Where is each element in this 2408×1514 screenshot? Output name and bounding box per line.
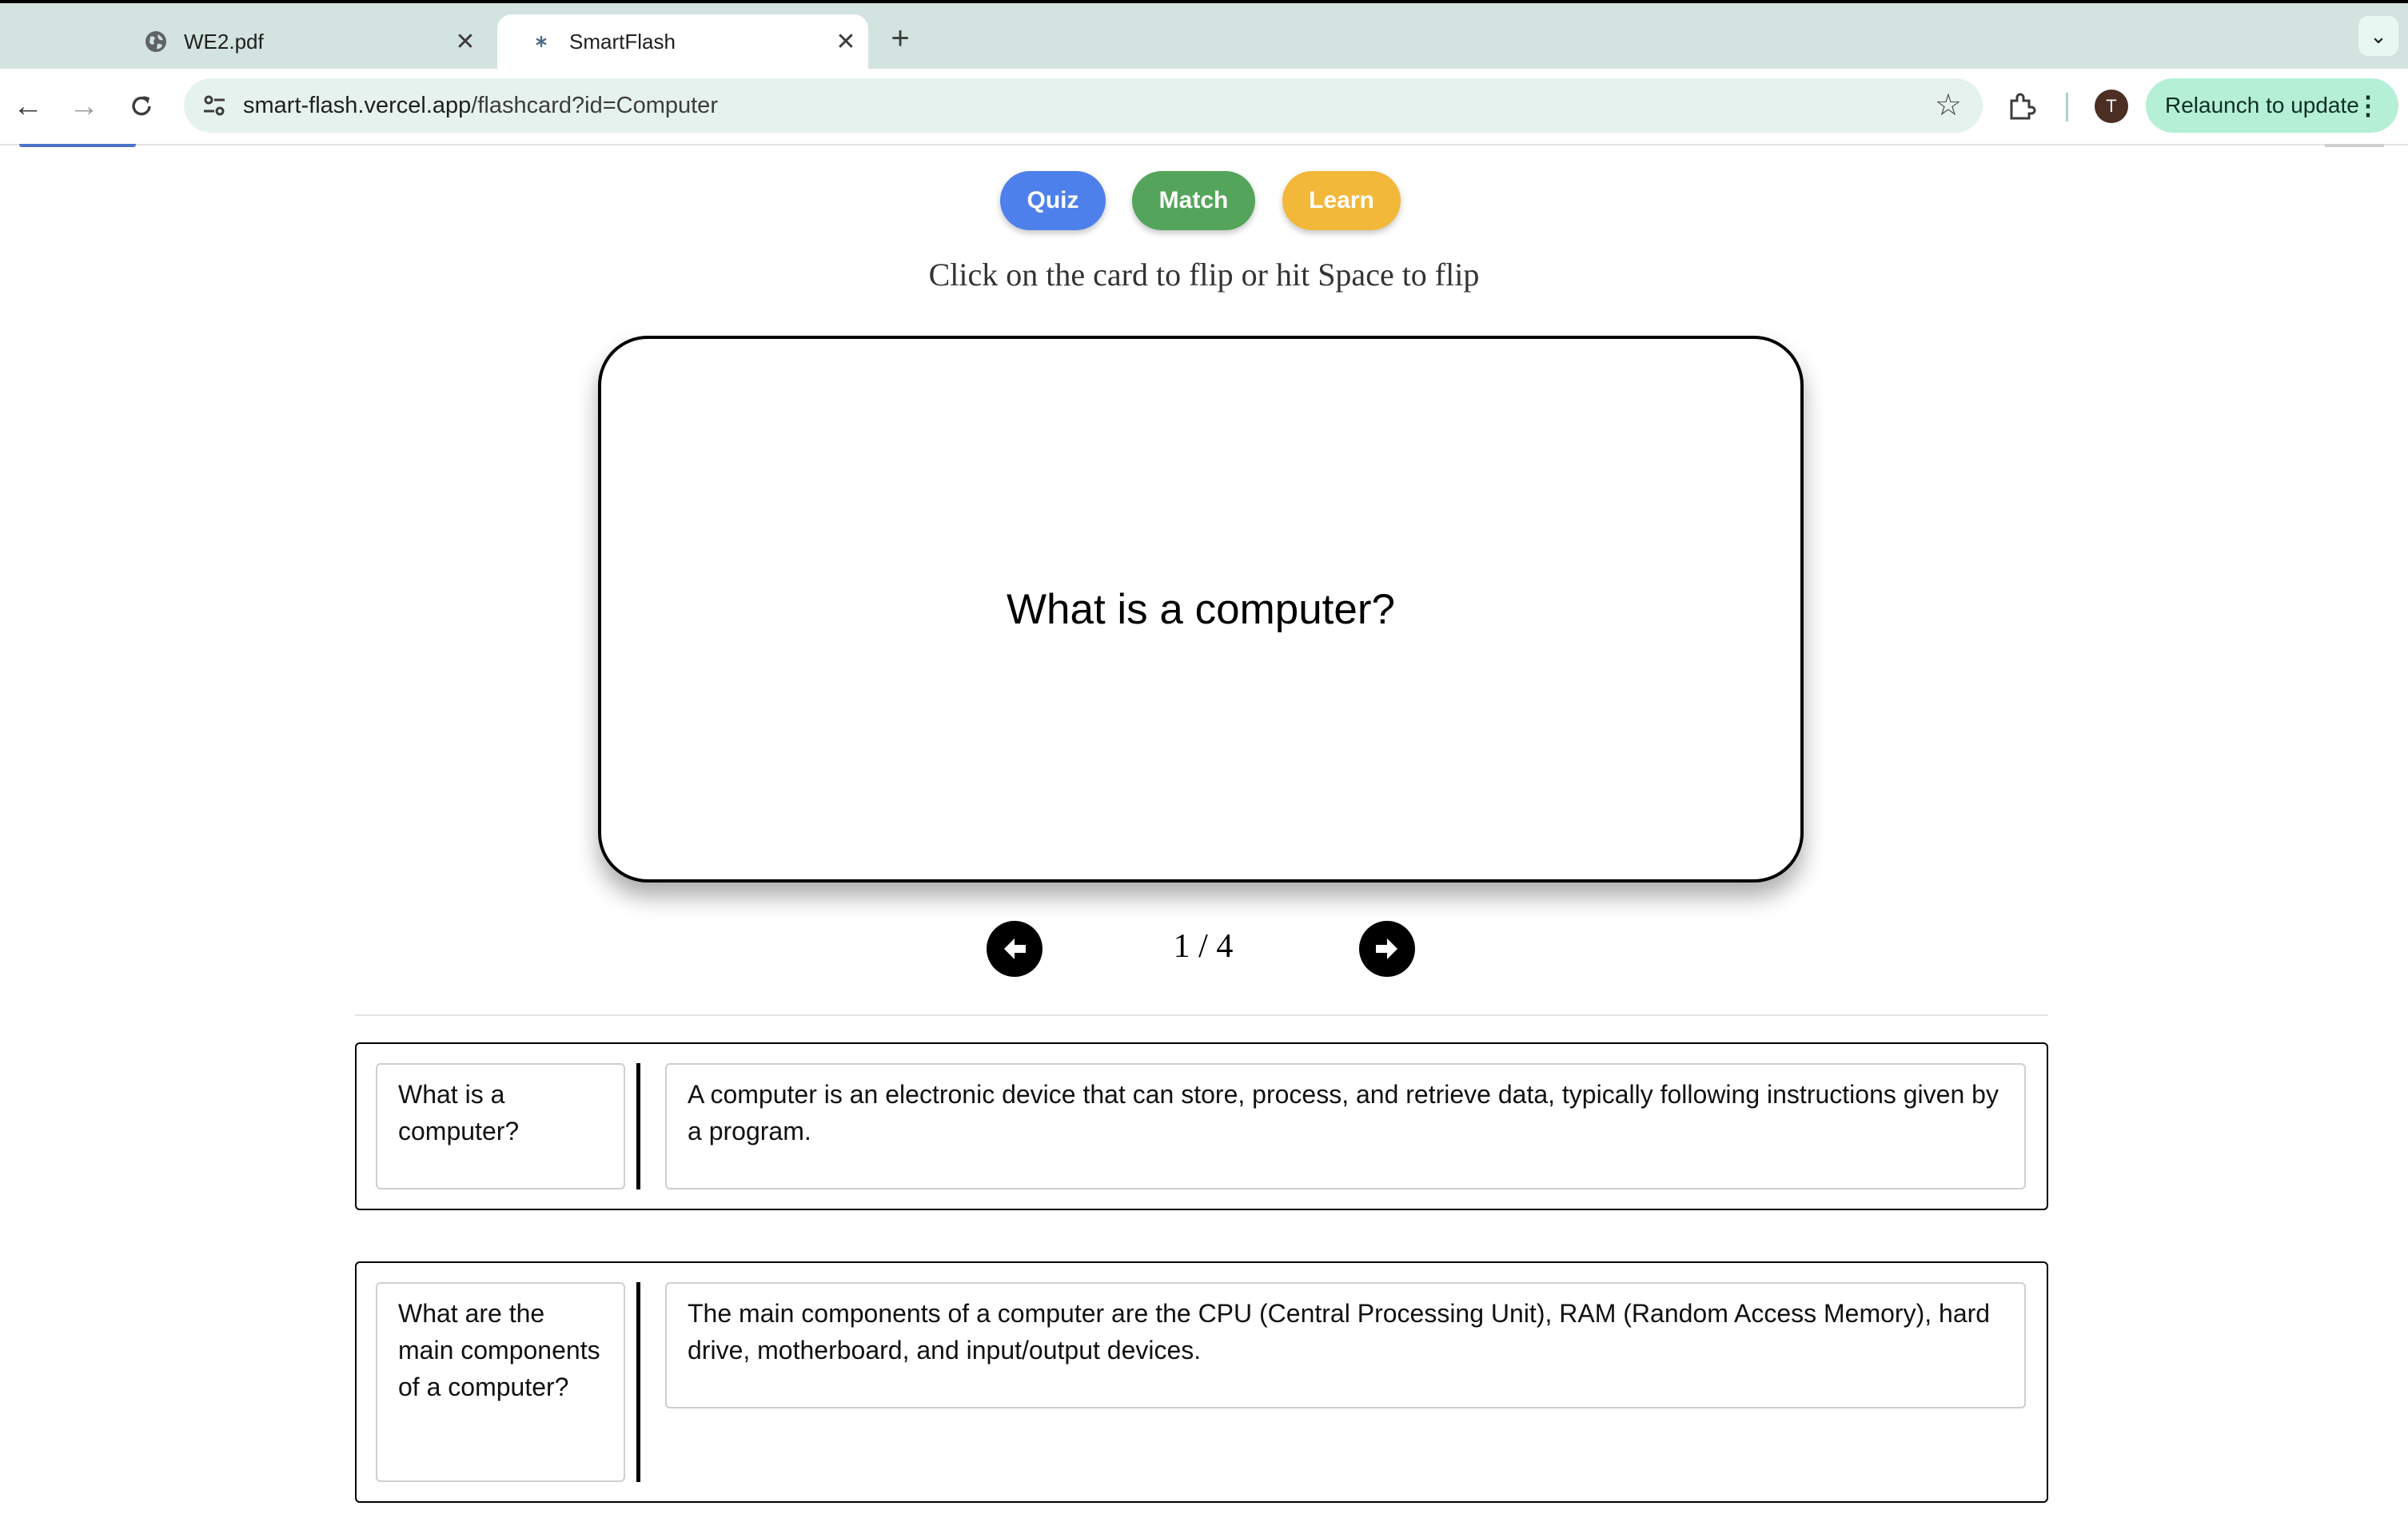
section-divider	[355, 1014, 2048, 1016]
row-divider	[636, 1282, 640, 1482]
new-tab-plus-icon[interactable]: +	[879, 18, 921, 59]
relaunch-to-update-button[interactable]: Relaunch to update ⋮	[2146, 78, 2398, 133]
learn-button[interactable]: Learn	[1282, 171, 1401, 230]
tab-search-chevron-icon[interactable]: ⌄	[2358, 16, 2398, 56]
asterisk-favicon-icon	[529, 30, 553, 54]
flip-instructions: Click on the card to flip or hit Space t…	[928, 257, 1480, 293]
page-content: Quiz Match Learn Click on the card to fl…	[0, 144, 2408, 1514]
definition-cell: A computer is an electronic device that …	[665, 1063, 2026, 1189]
quiz-button[interactable]: Quiz	[1000, 171, 1106, 230]
term-definition-row: What are the main components of a comput…	[355, 1261, 2048, 1503]
term-cell: What is a computer?	[376, 1063, 625, 1189]
flashcard-text: What is a computer?	[1006, 585, 1396, 633]
url-host: smart-flash.vercel.app	[243, 93, 472, 118]
arrow-right-icon	[1376, 938, 1397, 959]
close-tab-icon[interactable]: ✕	[443, 28, 488, 56]
flashcard[interactable]: What is a computer?	[598, 336, 1804, 883]
site-settings-icon[interactable]	[200, 91, 229, 120]
term-definition-row: What is a computer? A computer is an ele…	[355, 1042, 2048, 1210]
address-bar[interactable]: smart-flash.vercel.app/flashcard?id=Comp…	[184, 78, 1983, 133]
back-arrow-icon[interactable]: ←	[8, 86, 48, 126]
nav-underline-partial	[19, 144, 136, 147]
row-divider	[636, 1063, 640, 1189]
reload-icon[interactable]	[122, 86, 161, 126]
forward-arrow-icon[interactable]: →	[64, 86, 104, 126]
url-path: /flashcard?id=Computer	[471, 93, 718, 118]
more-menu-icon[interactable]: ⋮	[2355, 78, 2381, 133]
url-text[interactable]: smart-flash.vercel.app/flashcard?id=Comp…	[243, 78, 718, 133]
globe-icon	[144, 30, 168, 54]
definition-cell: The main components of a computer are th…	[665, 1282, 2026, 1408]
profile-avatar[interactable]: T	[2095, 90, 2128, 123]
term-cell: What are the main components of a comput…	[376, 1282, 625, 1482]
toolbar-separator	[2066, 93, 2068, 122]
tab-we2-pdf[interactable]: WE2.pdf ✕	[112, 14, 488, 69]
next-card-button[interactable]	[1359, 921, 1415, 977]
bookmark-star-icon[interactable]: ☆	[1935, 86, 1962, 125]
tab-strip: WE2.pdf ✕ SmartFlash ✕ + ⌄	[0, 3, 2408, 69]
browser-toolbar: ← → smart-flash.vercel.app/flashcard?id=…	[0, 69, 2408, 145]
tab-smartflash[interactable]: SmartFlash ✕	[497, 14, 868, 69]
extensions-puzzle-icon[interactable]	[2005, 91, 2037, 123]
tab-title: WE2.pdf	[184, 29, 264, 54]
close-tab-icon[interactable]: ✕	[823, 28, 868, 56]
match-button[interactable]: Match	[1132, 171, 1255, 230]
header-control-partial	[2325, 144, 2384, 147]
previous-card-button[interactable]	[987, 921, 1043, 977]
card-counter: 1 / 4	[1173, 928, 1234, 965]
relaunch-label: Relaunch to update	[2165, 93, 2359, 118]
arrow-left-icon	[1004, 938, 1026, 959]
tab-title: SmartFlash	[569, 29, 676, 54]
